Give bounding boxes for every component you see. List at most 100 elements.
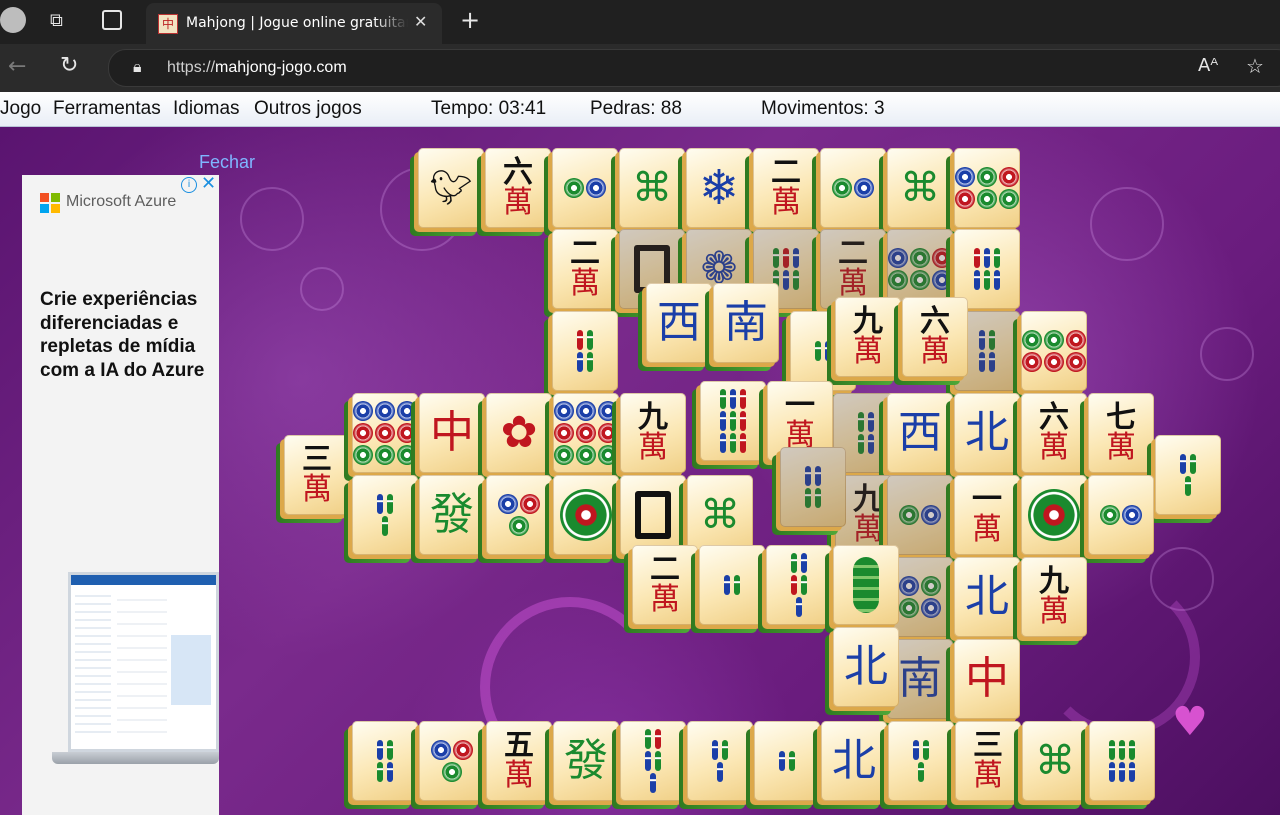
- tile-face: 七萬: [1088, 393, 1154, 473]
- mahjong-tile[interactable]: 北: [825, 627, 899, 715]
- mahjong-tile[interactable]: [691, 545, 765, 633]
- mahjong-tile[interactable]: 一萬: [946, 475, 1020, 563]
- mahjong-tile[interactable]: 西: [638, 283, 712, 371]
- bamboo-stick-icon: [923, 740, 929, 760]
- mahjong-tile[interactable]: 九萬: [827, 297, 901, 385]
- mahjong-tile[interactable]: 北: [946, 557, 1020, 645]
- bamboo-stick-icon: [801, 575, 807, 595]
- mahjong-tile[interactable]: 六萬: [894, 297, 968, 385]
- mahjong-tile[interactable]: [746, 721, 820, 809]
- ad-dismiss-icon[interactable]: ✕: [201, 175, 216, 194]
- mahjong-tile[interactable]: [612, 475, 686, 563]
- mahjong-tile[interactable]: 南: [705, 283, 779, 371]
- url-field[interactable]: 🔒︎ https://mahjong-jogo.com: [108, 49, 1280, 87]
- mahjong-tile[interactable]: 三萬: [276, 435, 350, 523]
- mahjong-tile[interactable]: ⌘: [611, 148, 685, 236]
- back-arrow-icon[interactable]: ←: [8, 54, 26, 79]
- mahjong-tile[interactable]: [1013, 311, 1087, 399]
- mahjong-tile[interactable]: [812, 148, 886, 236]
- tile-face: [780, 447, 846, 527]
- snowflake-icon: ❄: [698, 160, 740, 216]
- mahjong-tile[interactable]: 九萬: [612, 393, 686, 481]
- mahjong-tile[interactable]: [544, 311, 618, 399]
- menu-idiomas[interactable]: Idiomas: [173, 98, 240, 120]
- mahjong-tile[interactable]: [612, 721, 686, 809]
- mahjong-tile[interactable]: ⌘: [1014, 721, 1088, 809]
- mahjong-tile[interactable]: 二萬: [624, 545, 698, 633]
- bamboo-stick-icon: [974, 270, 980, 290]
- tile-face: ⌘: [887, 148, 953, 228]
- dot-row: [898, 504, 942, 526]
- character-wan: 萬: [650, 582, 680, 617]
- tab-actions-icon[interactable]: [102, 10, 122, 30]
- mahjong-tile[interactable]: 七萬: [1080, 393, 1154, 481]
- close-tab-icon[interactable]: ✕: [414, 12, 427, 31]
- mahjong-tile[interactable]: [880, 721, 954, 809]
- mahjong-tile[interactable]: [478, 475, 552, 563]
- tile-glyph: [766, 545, 832, 625]
- hibiscus-flower-icon: ✿: [500, 407, 538, 458]
- mahjong-tile[interactable]: [879, 475, 953, 563]
- mahjong-tile[interactable]: [679, 721, 753, 809]
- menu-ferramentas[interactable]: Ferramentas: [53, 98, 161, 120]
- mahjong-tile[interactable]: 發: [545, 721, 619, 809]
- mahjong-tile[interactable]: [1013, 475, 1087, 563]
- mahjong-tile[interactable]: [545, 393, 619, 481]
- mahjong-tile[interactable]: 🐦︎: [410, 148, 484, 236]
- mahjong-tile[interactable]: [344, 393, 418, 481]
- menu-jogo[interactable]: Jogo: [0, 98, 41, 120]
- refresh-icon[interactable]: ↻: [60, 53, 78, 78]
- bamboo-stick-icon: [645, 751, 651, 771]
- read-aloud-icon[interactable]: Aᴬ: [1198, 55, 1218, 76]
- mahjong-tile[interactable]: 五萬: [478, 721, 552, 809]
- tile-glyph: [419, 721, 485, 801]
- tile-face: 二萬: [753, 148, 819, 228]
- mahjong-tile[interactable]: 六萬: [477, 148, 551, 236]
- mahjong-tile[interactable]: [1080, 475, 1154, 563]
- mahjong-tile[interactable]: [1081, 721, 1155, 809]
- mahjong-tile[interactable]: [946, 148, 1020, 236]
- browser-tab-active[interactable]: 中 Mahjong | Jogue online gratuitamente ✕: [146, 3, 442, 44]
- mahjong-tile[interactable]: 中: [946, 639, 1020, 727]
- mahjong-tile[interactable]: ❄: [678, 148, 752, 236]
- menu-outros-jogos[interactable]: Outros jogos: [254, 98, 362, 120]
- ad-info-icon[interactable]: i: [181, 177, 197, 193]
- mahjong-tile[interactable]: [411, 721, 485, 809]
- mahjong-tile[interactable]: ⌘: [879, 148, 953, 236]
- mahjong-tile[interactable]: 二萬: [745, 148, 819, 236]
- mahjong-tile[interactable]: ✿: [478, 393, 552, 481]
- ad-close-link[interactable]: Fechar: [199, 152, 255, 173]
- mahjong-tile[interactable]: [825, 545, 899, 633]
- tile-face: [352, 475, 418, 555]
- mahjong-tile[interactable]: 北: [813, 721, 887, 809]
- profile-icon[interactable]: [0, 7, 26, 33]
- mahjong-tile[interactable]: ⌘: [679, 475, 753, 563]
- mahjong-tile[interactable]: [544, 148, 618, 236]
- mahjong-tile[interactable]: [545, 475, 619, 563]
- mahjong-tile[interactable]: [344, 721, 418, 809]
- mahjong-tile[interactable]: [758, 545, 832, 633]
- mahjong-tile[interactable]: [1147, 435, 1221, 523]
- mahjong-tile[interactable]: [772, 447, 846, 535]
- advertisement[interactable]: i ✕ Microsoft Azure Crie experiências di…: [22, 175, 219, 815]
- favorite-star-icon[interactable]: ☆: [1246, 54, 1264, 78]
- stick-row: [380, 515, 390, 537]
- mahjong-tile[interactable]: 九萬: [1013, 557, 1087, 645]
- mahjong-tile[interactable]: [344, 475, 418, 563]
- mahjong-tile[interactable]: 二萬: [544, 229, 618, 317]
- tile-glyph: [687, 721, 753, 801]
- mahjong-tile[interactable]: [692, 381, 766, 469]
- mahjong-tile[interactable]: 六萬: [1013, 393, 1087, 481]
- tile-face: [486, 475, 552, 555]
- mahjong-tile[interactable]: 發: [411, 475, 485, 563]
- bamboo-stick-icon: [730, 389, 736, 409]
- bamboo-stick-icon: [577, 330, 583, 350]
- mahjong-tile[interactable]: 三萬: [947, 721, 1021, 809]
- bamboo-knot-icon: ⌘: [700, 492, 740, 538]
- mahjong-tile[interactable]: 中: [411, 393, 485, 481]
- mahjong-tile[interactable]: 西: [879, 393, 953, 481]
- new-tab-icon[interactable]: +: [460, 6, 480, 34]
- character-number: 二: [838, 236, 868, 271]
- collections-icon[interactable]: ⧉: [50, 10, 63, 31]
- mahjong-tile[interactable]: 北: [946, 393, 1020, 481]
